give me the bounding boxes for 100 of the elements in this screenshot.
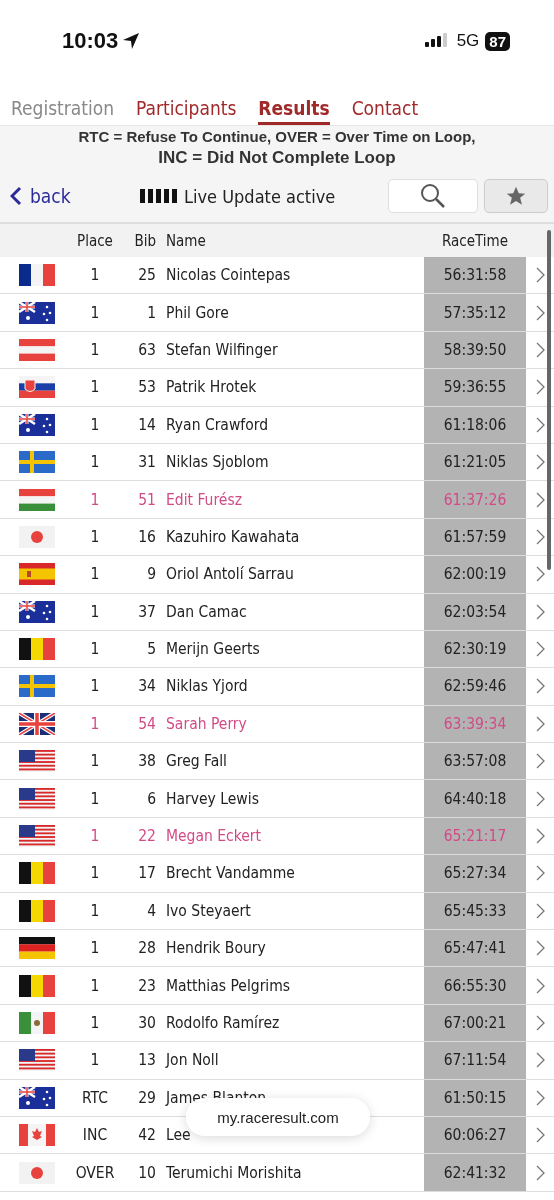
bib-cell-text: 9	[146, 565, 157, 584]
place-cell-text: 1	[89, 453, 101, 472]
time-cell: 66:55:30	[424, 967, 526, 1004]
bib-cell-text: 53	[137, 378, 157, 397]
time-cell: 65:47:41	[424, 930, 526, 967]
result-row[interactable]: 1 31 Niklas Sjoblom 61:21:05	[0, 443, 554, 482]
star-icon	[505, 185, 527, 207]
time-cell: 61:18:06	[424, 406, 526, 443]
clock: 10:03	[62, 28, 119, 54]
nav-tab[interactable]: Participants	[136, 96, 237, 125]
result-row[interactable]: 1 23 Matthias Pelgrims 66:55:30	[0, 967, 554, 1005]
name-cell-text: Megan Eckert	[166, 827, 263, 846]
chevron-right-icon	[535, 267, 545, 284]
bib-cell-text: 38	[137, 752, 157, 771]
result-row[interactable]: 1 17 Brecht Vandamme 65:27:34	[0, 855, 554, 893]
bib-cell-text: 28	[137, 939, 157, 958]
result-row[interactable]: 1 38 Greg Fall 63:57:08	[0, 743, 554, 781]
chevron-right-icon	[535, 1164, 545, 1181]
place-cell: OVER	[74, 1163, 116, 1182]
place-cell-text: 1	[89, 789, 101, 808]
name-cell-text: Edit Furész	[166, 490, 243, 509]
place-cell-text: INC	[81, 1126, 109, 1145]
result-row[interactable]: 1 51 Edit Furész 61:37:26	[0, 481, 554, 519]
scrollbar[interactable]	[547, 230, 551, 570]
result-row[interactable]: 1 6 Harvey Lewis 64:40:18	[0, 780, 554, 818]
result-row[interactable]: 1 1 Phil Gore 57:35:12	[0, 294, 554, 332]
result-row[interactable]: 1 13 Jon Noll 67:11:54	[0, 1042, 554, 1080]
place-cell-text: 1	[89, 752, 101, 771]
search-icon	[419, 182, 447, 210]
name-cell-text: Oriol Antolí Sarrau	[166, 565, 295, 584]
name-cell-text: Ryan Crawford	[166, 415, 270, 434]
place-cell-text: RTC	[81, 1088, 109, 1107]
result-row[interactable]: 1 16 Kazuhiro Kawahata 61:57:59	[0, 518, 554, 557]
time-cell: 61:57:59	[424, 518, 526, 556]
favorite-button[interactable]	[484, 179, 548, 213]
chevron-right-icon	[535, 828, 545, 845]
name-cell-text: Sarah Perry	[166, 714, 248, 733]
location-arrow-icon	[122, 32, 141, 50]
time-cell: 61:37:26	[424, 481, 526, 518]
back-link[interactable]: back	[10, 185, 140, 207]
result-row[interactable]: 1 54 Sarah Perry 63:39:34	[0, 705, 554, 744]
bib-cell-text: 1	[146, 303, 157, 322]
bib-cell-text: 13	[137, 1051, 157, 1070]
name-cell-text: Nicolas Cointepas	[166, 266, 292, 285]
chevron-right-icon	[535, 715, 545, 732]
result-row[interactable]: 1 5 Merijn Geerts 62:30:19	[0, 630, 554, 669]
nav-tab[interactable]: Contact	[351, 96, 419, 125]
column-header: RaceTime	[441, 231, 509, 250]
name-cell-text: Stefan Wilfinger	[166, 340, 279, 359]
time-cell: 65:21:17	[424, 817, 526, 855]
bib-cell-text: 34	[137, 677, 157, 696]
chevron-right-icon	[535, 790, 545, 807]
bib-cell-text: 16	[137, 527, 157, 546]
chevron-right-icon	[535, 454, 545, 471]
name-cell-text: Brecht Vandamme	[166, 864, 296, 883]
result-row[interactable]: 1 4 Ivo Steyaert 65:45:33	[0, 892, 554, 931]
search-button[interactable]	[388, 179, 478, 213]
result-row[interactable]: 1 30 Rodolfo Ramírez 67:00:21	[0, 1004, 554, 1043]
name-cell-text: Rodolfo Ramírez	[166, 1014, 281, 1032]
chevron-right-icon	[535, 528, 545, 545]
time-cell: 60:06:27	[424, 1117, 526, 1154]
result-row[interactable]: 1 25 Nicolas Cointepas 56:31:58	[0, 257, 554, 295]
place-cell-text: 1	[89, 303, 101, 322]
time-cell: 62:41:32	[424, 1154, 526, 1191]
back-label[interactable]: back	[30, 185, 71, 207]
chevron-right-icon	[535, 1089, 545, 1106]
chevron-right-icon	[535, 865, 545, 882]
result-row[interactable]: OVER 10 Terumichi Morishita 62:41:32	[0, 1154, 554, 1192]
column-header: Place	[76, 231, 114, 250]
name-cell-text: Jon Noll	[166, 1051, 220, 1070]
result-row[interactable]: 1 37 Dan Camac 62:03:54	[0, 593, 554, 631]
result-row[interactable]: 1 28 Hendrik Boury 65:47:41	[0, 930, 554, 968]
name-cell-text: Terumichi Morishita	[166, 1163, 303, 1182]
place-cell-text: 1	[89, 490, 101, 509]
bib-cell-text: 37	[137, 602, 157, 621]
result-row[interactable]: 1 22 Megan Eckert 65:21:17	[0, 817, 554, 856]
chevron-right-icon	[535, 940, 545, 957]
name-cell-text: Patrik Hrotek	[166, 378, 258, 397]
result-row[interactable]: 1 14 Ryan Crawford 61:18:06	[0, 406, 554, 444]
result-row[interactable]: 1 34 Niklas Yjord 62:59:46	[0, 668, 554, 706]
name-cell-text: Matthias Pelgrims	[166, 976, 292, 995]
bib-cell-text: 31	[137, 453, 157, 472]
network-label: 5G	[456, 31, 480, 51]
chevron-right-icon	[535, 416, 545, 433]
name-cell-text: Niklas Sjoblom	[166, 453, 270, 472]
result-row[interactable]: 1 9 Oriol Antolí Sarrau 62:00:19	[0, 556, 554, 594]
battery-indicator: 87	[485, 31, 510, 51]
place-cell-text: 1	[89, 827, 101, 846]
chevron-right-icon	[535, 566, 545, 583]
result-row[interactable]: 1 63 Stefan Wilfinger 58:39:50	[0, 331, 554, 370]
time-cell: 65:45:33	[424, 892, 526, 930]
time-cell: 58:39:50	[424, 331, 526, 369]
bib-cell-text: 22	[137, 827, 157, 846]
time-cell: 62:00:19	[424, 556, 526, 593]
bib-cell-text: 17	[137, 864, 157, 883]
result-row[interactable]: 1 53 Patrik Hrotek 59:36:55	[0, 369, 554, 407]
name-cell-text: Kazuhiro Kawahata	[166, 527, 301, 546]
column-header: Bib	[133, 231, 157, 250]
chevron-right-icon	[535, 1052, 545, 1069]
chevron-right-icon	[535, 1127, 545, 1144]
